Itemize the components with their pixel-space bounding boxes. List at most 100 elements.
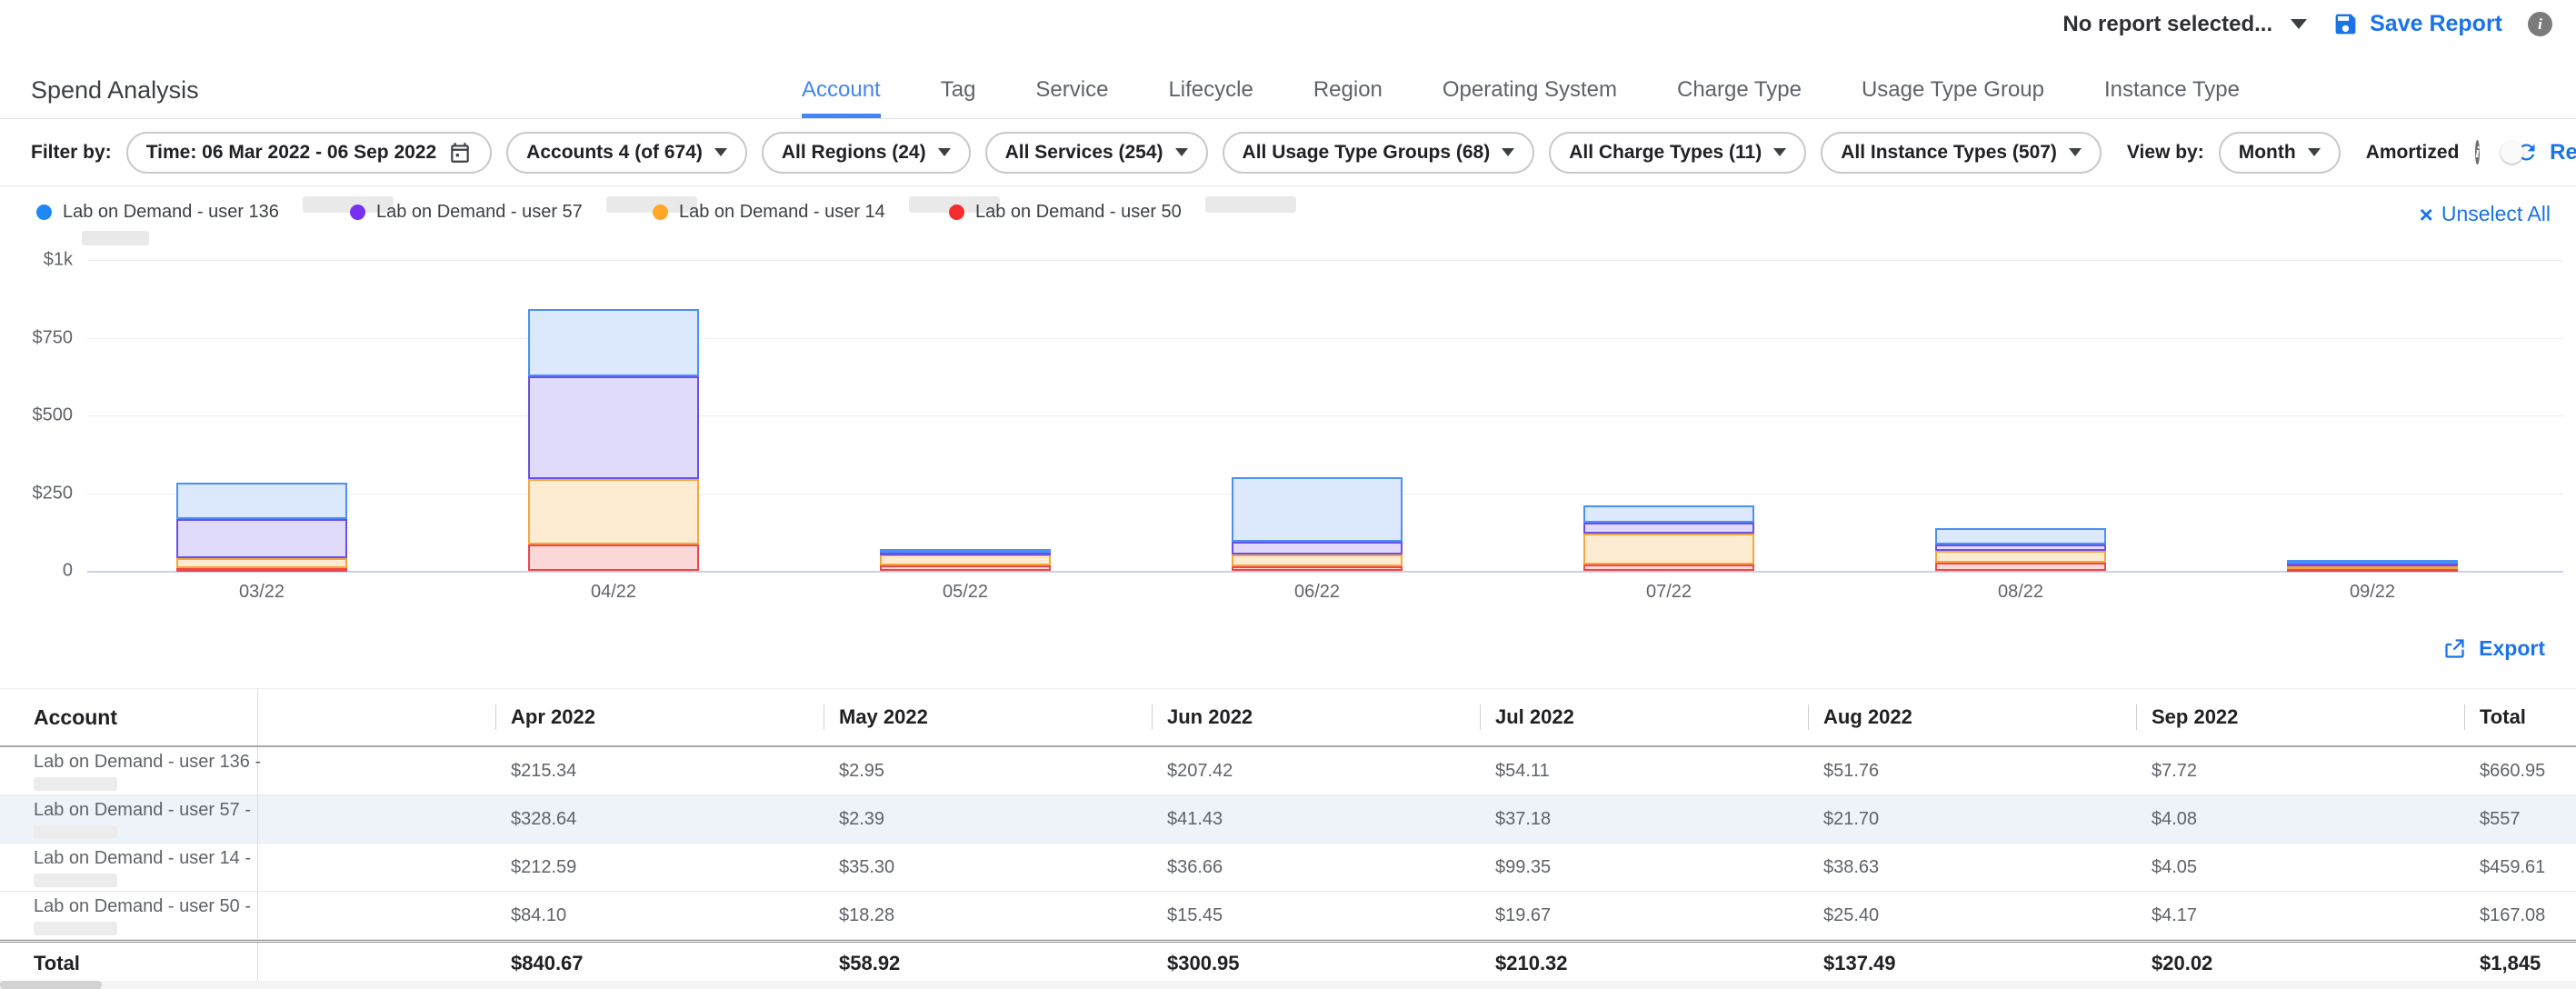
cell-jul-2022: $54.11 — [1480, 761, 1808, 782]
cell-total: $459.61 — [2464, 857, 2576, 878]
export-label: Export — [2479, 636, 2545, 661]
column-header-sep-2022: Sep 2022 — [2136, 689, 2464, 745]
column-divider — [1152, 704, 1153, 730]
bar-segment-lab-on-demand-user-57-07-22[interactable] — [1583, 523, 1754, 534]
total-cell-aug-2022: $137.49 — [1808, 952, 2136, 975]
bar-segment-lab-on-demand-user-50-07-22[interactable] — [1583, 564, 1754, 571]
legend-label: Lab on Demand - user 136 — [63, 202, 279, 223]
save-report-button[interactable]: Save Report — [2332, 11, 2502, 37]
regions-filter[interactable]: All Regions (24) — [762, 132, 971, 174]
x-axis-label: 04/22 — [541, 582, 686, 603]
y-axis-label: $250 — [0, 483, 73, 504]
services-filter[interactable]: All Services (254) — [985, 132, 1208, 174]
bar-segment-lab-on-demand-user-57-03-22[interactable] — [176, 519, 347, 558]
tab-tag[interactable]: Tag — [941, 77, 976, 118]
y-axis-label: $500 — [0, 405, 73, 426]
unselect-all-label: Unselect All — [2441, 202, 2551, 226]
info-icon[interactable]: i — [2528, 12, 2552, 36]
regions-filter-label: All Regions (24) — [782, 142, 926, 164]
unselect-all-button[interactable]: × Unselect All — [2420, 202, 2551, 226]
bar-segment-lab-on-demand-user-136-09-22[interactable] — [2287, 560, 2458, 564]
tab-usage-type-group[interactable]: Usage Type Group — [1862, 77, 2044, 118]
bar-segment-lab-on-demand-user-14-04-22[interactable] — [528, 479, 699, 545]
account-name: Lab on Demand - user 57 - — [34, 800, 257, 821]
legend-item-lab-on-demand-user-57[interactable]: Lab on Demand - user 57 — [350, 202, 697, 223]
report-selector[interactable]: No report selected... — [2062, 12, 2307, 37]
total-cell-jun-2022: $300.95 — [1152, 952, 1480, 975]
bar-segment-lab-on-demand-user-136-06-22[interactable] — [1232, 477, 1403, 542]
cell-may-2022: $2.39 — [824, 809, 1152, 830]
bar-segment-lab-on-demand-user-136-07-22[interactable] — [1583, 505, 1754, 523]
tab-lifecycle[interactable]: Lifecycle — [1168, 77, 1253, 118]
bar-segment-lab-on-demand-user-14-07-22[interactable] — [1583, 534, 1754, 564]
accounts-filter[interactable]: Accounts 4 (of 674) — [506, 132, 747, 174]
cell-may-2022: $2.95 — [824, 761, 1152, 782]
bar-segment-lab-on-demand-user-57-04-22[interactable] — [528, 376, 699, 478]
bar-segment-lab-on-demand-user-14-05-22[interactable] — [880, 554, 1051, 565]
column-header-may-2022: May 2022 — [824, 689, 1152, 745]
chevron-down-icon — [1773, 148, 1786, 156]
instance-types-filter[interactable]: All Instance Types (507) — [1821, 132, 2102, 174]
legend-item-lab-on-demand-user-50[interactable]: Lab on Demand - user 50 — [949, 202, 1296, 223]
total-cell-jul-2022: $210.32 — [1480, 952, 1808, 975]
account-name: Lab on Demand - user 50 - — [34, 896, 257, 917]
bar-segment-lab-on-demand-user-50-06-22[interactable] — [1232, 566, 1403, 571]
bar-segment-lab-on-demand-user-14-06-22[interactable] — [1232, 554, 1403, 566]
column-header-aug-2022: Aug 2022 — [1808, 689, 2136, 745]
bar-segment-lab-on-demand-user-136-04-22[interactable] — [528, 309, 699, 376]
bar-segment-lab-on-demand-user-50-04-22[interactable] — [528, 544, 699, 571]
cell-sep-2022: $4.05 — [2136, 857, 2464, 878]
bar-segment-lab-on-demand-user-50-08-22[interactable] — [1935, 563, 2106, 571]
reset-filters-button[interactable]: Reset Filters — [2514, 140, 2576, 165]
time-filter[interactable]: Time: 06 Mar 2022 - 06 Sep 2022 — [126, 132, 492, 174]
report-selector-label: No report selected... — [2062, 12, 2272, 37]
bar-segment-lab-on-demand-user-14-03-22[interactable] — [176, 558, 347, 568]
legend-dot-icon — [350, 205, 365, 220]
export-button[interactable]: Export — [2442, 636, 2545, 661]
cell-jul-2022: $37.18 — [1480, 809, 1808, 830]
calendar-icon — [448, 141, 472, 165]
view-by-value: Month — [2239, 142, 2296, 164]
account-cell: Lab on Demand - user 57 - — [0, 795, 258, 843]
y-axis-label: $750 — [0, 327, 73, 348]
bar-segment-lab-on-demand-user-50-03-22[interactable] — [176, 568, 347, 572]
usage-type-groups-filter[interactable]: All Usage Type Groups (68) — [1223, 132, 1535, 174]
tab-charge-type[interactable]: Charge Type — [1677, 77, 1802, 118]
legend-label: Lab on Demand - user 57 — [376, 202, 583, 223]
tab-service[interactable]: Service — [1035, 77, 1108, 118]
legend-item-lab-on-demand-user-14[interactable]: Lab on Demand - user 14 — [653, 202, 1000, 223]
filter-by-label: Filter by: — [31, 142, 112, 164]
close-icon: × — [2420, 205, 2433, 224]
bar-segment-lab-on-demand-user-57-08-22[interactable] — [1935, 544, 2106, 551]
cell-aug-2022: $25.40 — [1808, 905, 2136, 926]
export-icon — [2442, 636, 2467, 661]
legend-label: Lab on Demand - user 14 — [679, 202, 885, 223]
spend-table: AccountApr 2022May 2022Jun 2022Jul 2022A… — [0, 688, 2576, 985]
charge-types-filter[interactable]: All Charge Types (11) — [1549, 132, 1806, 174]
bar-segment-lab-on-demand-user-136-03-22[interactable] — [176, 483, 347, 519]
tab-region[interactable]: Region — [1313, 77, 1383, 118]
tab-operating-system[interactable]: Operating System — [1443, 77, 1617, 118]
tab-instance-type[interactable]: Instance Type — [2104, 77, 2240, 118]
view-by-label: View by: — [2127, 142, 2204, 164]
bar-segment-lab-on-demand-user-50-05-22[interactable] — [880, 565, 1051, 571]
total-cell-may-2022: $58.92 — [824, 952, 1152, 975]
column-divider — [1480, 704, 1481, 730]
bar-segment-lab-on-demand-user-136-08-22[interactable] — [1935, 528, 2106, 544]
bar-segment-lab-on-demand-user-136-05-22[interactable] — [880, 549, 1051, 553]
bar-segment-lab-on-demand-user-57-06-22[interactable] — [1232, 542, 1403, 554]
chevron-down-icon — [938, 148, 951, 156]
info-icon[interactable]: i — [2475, 140, 2480, 165]
legend-item-lab-on-demand-user-136[interactable]: Lab on Demand - user 136 — [36, 202, 394, 223]
column-divider — [495, 704, 496, 730]
chevron-down-icon — [2291, 19, 2307, 29]
column-divider — [1808, 704, 1809, 730]
legend-dot-icon — [949, 205, 964, 220]
scrollbar-thumb[interactable] — [0, 981, 102, 989]
bar-segment-lab-on-demand-user-14-08-22[interactable] — [1935, 551, 2106, 563]
redacted-text — [34, 922, 117, 935]
column-header-apr-2022: Apr 2022 — [495, 689, 824, 745]
tab-account[interactable]: Account — [802, 77, 881, 118]
view-by-select[interactable]: Month — [2219, 132, 2341, 174]
gridline — [87, 260, 2563, 261]
